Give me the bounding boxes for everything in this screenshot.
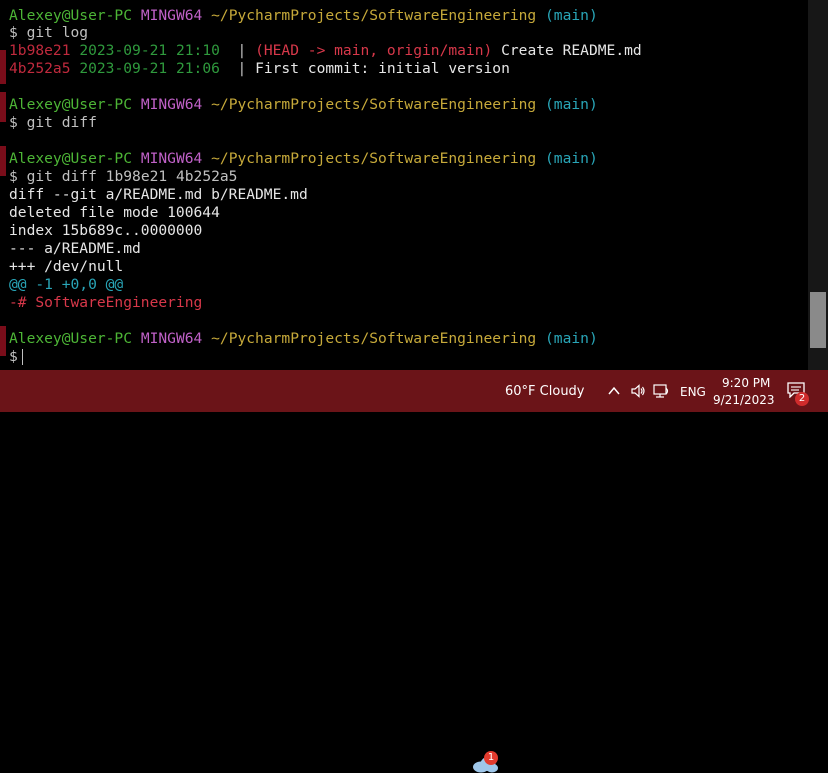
prompt-line: Alexey@User-PC MINGW64 ~/PycharmProjects…	[9, 330, 598, 348]
text-cursor	[21, 349, 23, 365]
prompt-symbol: $	[9, 114, 18, 131]
weather-temp: 60°F	[505, 384, 536, 399]
diff-index: index 15b689c..0000000	[9, 222, 203, 239]
chevron-up-icon[interactable]	[608, 385, 620, 397]
diff-mode: deleted file mode 100644	[9, 204, 220, 221]
weather-badge: 1	[484, 751, 498, 765]
log-separator: |	[219, 42, 256, 59]
prompt-branch: (main)	[545, 7, 598, 24]
prompt-user: Alexey@User-PC	[9, 150, 133, 167]
language-indicator[interactable]: ENG	[680, 384, 706, 400]
taskbar: 1 60°F Cloudy ENG 9:20 PM 9/21/2023	[0, 370, 828, 773]
prompt-path: ~/PycharmProjects/SoftwareEngineering	[211, 330, 537, 347]
prompt-env: MINGW64	[140, 96, 203, 113]
prompt-path: ~/PycharmProjects/SoftwareEngineering	[211, 150, 537, 167]
command-line: $ git log	[9, 24, 88, 42]
diff-removed-line: -# SoftwareEngineering	[9, 294, 203, 311]
prompt-env: MINGW64	[140, 7, 203, 24]
diff-new-file: +++ /dev/null	[9, 258, 124, 275]
network-icon[interactable]	[653, 383, 671, 399]
scroll-marker	[0, 92, 6, 122]
command-line: $ git diff 1b98e21 4b252a5	[9, 168, 237, 186]
clock-date[interactable]: 9/21/2023	[713, 392, 775, 408]
diff-hunk: @@ -1 +0,0 @@	[9, 276, 124, 293]
command-text: git diff	[26, 114, 97, 131]
diff-old-file: --- a/README.md	[9, 240, 141, 257]
notification-badge: 2	[795, 392, 809, 406]
scrollbar-thumb[interactable]	[810, 292, 826, 348]
commit-hash: 1b98e21	[9, 42, 71, 59]
commit-hash: 4b252a5	[9, 60, 71, 77]
prompt-line: Alexey@User-PC MINGW64 ~/PycharmProjects…	[9, 96, 598, 114]
scroll-marker	[0, 50, 6, 84]
commit-message: First commit: initial version	[255, 60, 510, 77]
command-line: $ git diff	[9, 114, 97, 132]
commit-message: Create README.md	[501, 42, 642, 59]
prompt-symbol: $	[9, 24, 18, 41]
prompt-symbol: $	[9, 348, 18, 365]
prompt-user: Alexey@User-PC	[9, 330, 133, 347]
command-text: git diff 1b98e21 4b252a5	[26, 168, 238, 185]
prompt-user: Alexey@User-PC	[9, 7, 133, 24]
log-separator: |	[219, 60, 256, 77]
speaker-icon[interactable]	[630, 383, 646, 399]
prompt-line: Alexey@User-PC MINGW64 ~/PycharmProjects…	[9, 150, 598, 168]
commit-date: 2023-09-21 21:06	[79, 60, 220, 77]
diff-header: diff --git a/README.md b/README.md	[9, 186, 308, 203]
scroll-marker	[0, 326, 6, 356]
prompt-symbol: $	[9, 168, 18, 185]
clock-time[interactable]: 9:20 PM	[722, 375, 770, 391]
log-entry: 4b252a5 2023-09-21 21:06 | First commit:…	[9, 60, 510, 78]
prompt-line: Alexey@User-PC MINGW64 ~/PycharmProjects…	[9, 7, 598, 25]
terminal-window[interactable]: Alexey@User-PC MINGW64 ~/PycharmProjects…	[0, 0, 808, 370]
prompt-path: ~/PycharmProjects/SoftwareEngineering	[211, 7, 537, 24]
prompt-branch: (main)	[545, 330, 598, 347]
prompt-branch: (main)	[545, 150, 598, 167]
prompt-env: MINGW64	[140, 150, 203, 167]
prompt-path: ~/PycharmProjects/SoftwareEngineering	[211, 96, 537, 113]
command-text: git log	[26, 24, 89, 41]
commit-refs: (HEAD -> main, origin/main)	[255, 42, 493, 59]
command-line[interactable]: $	[9, 348, 23, 366]
prompt-env: MINGW64	[140, 330, 203, 347]
log-entry: 1b98e21 2023-09-21 21:10 | (HEAD -> main…	[9, 42, 642, 60]
prompt-user: Alexey@User-PC	[9, 96, 133, 113]
weather-widget[interactable]: 60°F Cloudy	[505, 384, 585, 400]
prompt-branch: (main)	[545, 96, 598, 113]
weather-condition: Cloudy	[539, 384, 585, 399]
commit-date: 2023-09-21 21:10	[79, 42, 220, 59]
scroll-marker	[0, 146, 6, 176]
